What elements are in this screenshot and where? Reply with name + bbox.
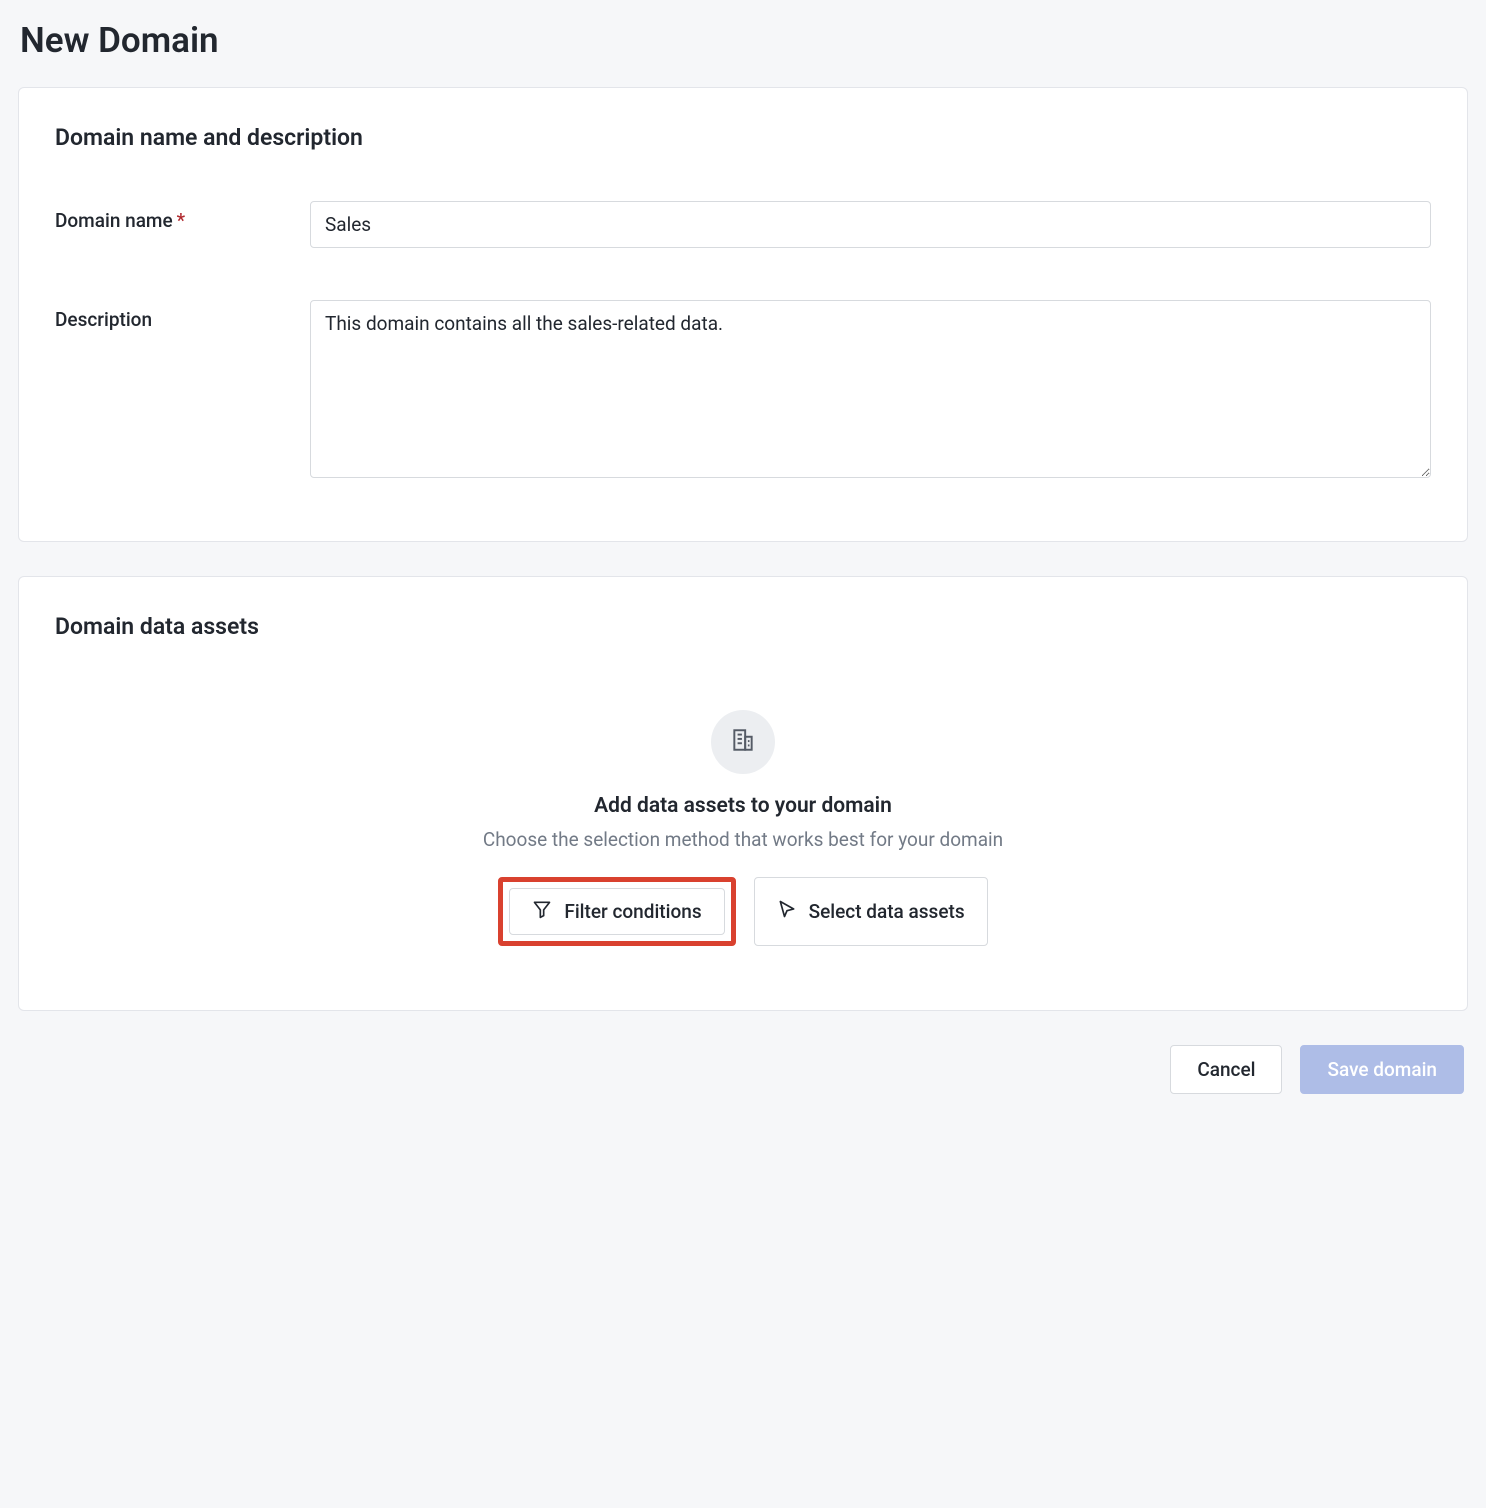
filter-icon — [532, 899, 552, 924]
domain-name-row: Domain name* — [55, 201, 1431, 248]
building-icon — [730, 727, 756, 758]
page-title: New Domain — [20, 20, 1468, 61]
domain-name-input[interactable] — [310, 201, 1431, 248]
domain-name-label: Domain name* — [55, 201, 310, 232]
filter-conditions-highlight: Filter conditions — [498, 877, 735, 946]
description-label: Description — [55, 300, 310, 331]
assets-buttons-row: Filter conditions Select data assets — [55, 877, 1431, 946]
domain-data-assets-card: Domain data assets Add data assets to yo… — [18, 576, 1468, 1011]
assets-empty-icon-circle — [711, 710, 775, 774]
save-domain-button[interactable]: Save domain — [1300, 1045, 1464, 1094]
description-textarea[interactable] — [310, 300, 1431, 478]
select-data-assets-label: Select data assets — [809, 900, 965, 923]
assets-empty-state: Add data assets to your domain Choose th… — [55, 710, 1431, 946]
description-row: Description — [55, 300, 1431, 483]
section-heading-assets: Domain data assets — [55, 613, 1431, 640]
select-data-assets-button[interactable]: Select data assets — [754, 877, 988, 946]
page-actions: Cancel Save domain — [18, 1045, 1468, 1094]
filter-conditions-button[interactable]: Filter conditions — [509, 888, 724, 935]
filter-conditions-label: Filter conditions — [564, 900, 701, 923]
cursor-icon — [777, 899, 797, 924]
section-heading-name-desc: Domain name and description — [55, 124, 1431, 151]
assets-empty-title: Add data assets to your domain — [55, 794, 1431, 818]
cancel-button[interactable]: Cancel — [1170, 1045, 1282, 1094]
required-star: * — [177, 209, 185, 232]
domain-name-description-card: Domain name and description Domain name*… — [18, 87, 1468, 542]
assets-empty-subtitle: Choose the selection method that works b… — [55, 828, 1431, 851]
